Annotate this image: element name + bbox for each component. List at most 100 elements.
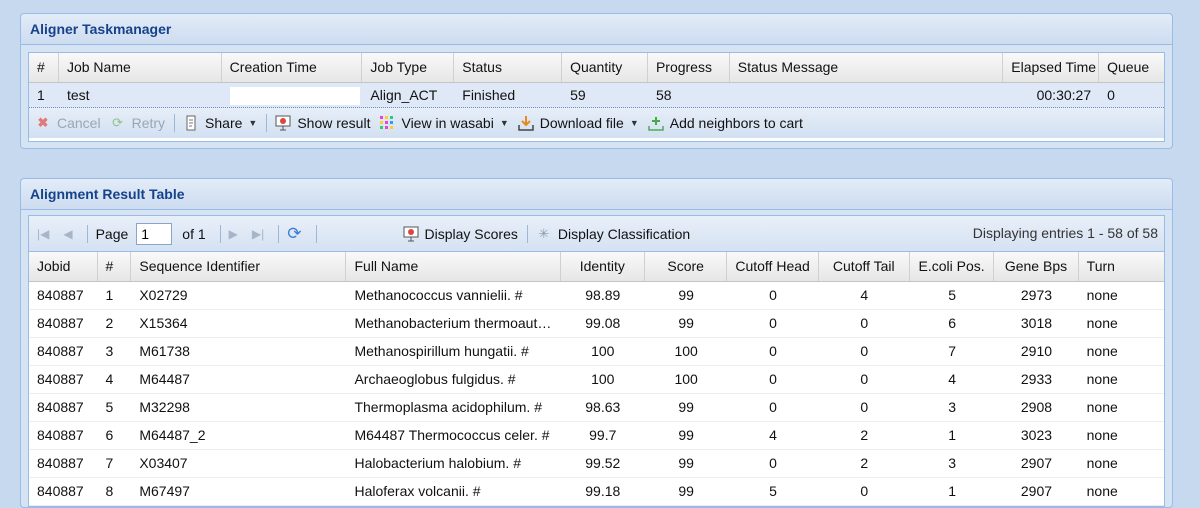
tree-icon: ✳ — [538, 225, 550, 241]
cell-identity: 99.7 — [589, 427, 617, 443]
col-header-status[interactable]: Status — [454, 53, 563, 82]
cell-ecoli-pos: 3 — [948, 455, 956, 471]
col-header-gene-bps[interactable]: Gene Bps — [994, 252, 1079, 281]
show-result-button[interactable]: Show result — [275, 115, 370, 131]
table-row[interactable]: 840887 7 X03407 Halobacterium halobium. … — [29, 450, 1164, 478]
cell-turn: none — [1086, 427, 1118, 443]
add-neighbors-button[interactable]: Add neighbors to cart — [648, 115, 803, 131]
cell-jobid: 840887 — [37, 287, 84, 303]
results-grid: |◀ ◀ Page of 1 ▶ ▶| ⟳ Display Scores ✳ D… — [28, 215, 1165, 507]
paging-info: Displaying entries 1 - 58 of 58 — [972, 225, 1158, 241]
col-header-sequence-identifier[interactable]: Sequence Identifier — [131, 252, 347, 281]
retry-button[interactable]: ⟳ Retry — [110, 115, 165, 131]
col-header-full-name[interactable]: Full Name — [346, 252, 561, 281]
display-scores-button[interactable]: Display Scores — [403, 226, 518, 242]
display-classification-button[interactable]: ✳ Display Classification — [536, 226, 690, 242]
prev-page-icon[interactable]: ◀ — [63, 227, 72, 241]
cell-score: 100 — [674, 343, 698, 359]
cell-identity: 98.89 — [585, 287, 621, 303]
taskmanager-grid: # Job Name Creation Time Job Type Status… — [28, 52, 1165, 142]
cell-gene-bps: 2907 — [1020, 455, 1053, 471]
col-header-identity[interactable]: Identity — [561, 252, 645, 281]
col-header-cutoff-tail[interactable]: Cutoff Tail — [819, 252, 910, 281]
cell-sequence-identifier: M67497 — [139, 483, 190, 499]
table-row[interactable]: 840887 8 M67497 Haloferax volcanii. # 99… — [29, 478, 1164, 506]
col-header-queue[interactable]: Queue — [1099, 53, 1164, 82]
col-header-progress[interactable]: Progress — [648, 53, 730, 82]
cell-score: 99 — [678, 287, 694, 303]
col-header-status-message[interactable]: Status Message — [730, 53, 1004, 82]
col-header-jobid[interactable]: Jobid — [29, 252, 98, 281]
cell-cutoff-head: 0 — [769, 455, 777, 471]
col-header-job-name[interactable]: Job Name — [59, 53, 222, 82]
results-panel: Alignment Result Table |◀ ◀ Page of 1 ▶ … — [20, 178, 1173, 508]
cell-turn: none — [1086, 343, 1118, 359]
cell-jobid: 840887 — [37, 315, 84, 331]
table-row[interactable]: 840887 4 M64487 Archaeoglobus fulgidus. … — [29, 366, 1164, 394]
cancel-icon: ✖ — [37, 115, 49, 130]
wasabi-grid-icon — [379, 115, 395, 131]
cell-full-name: Methanobacterium thermoautotrophicum. # — [354, 315, 560, 331]
share-button[interactable]: Share ▼ — [183, 115, 257, 131]
table-row[interactable]: 840887 2 X15364 Methanobacterium thermoa… — [29, 310, 1164, 338]
toolbar-separator — [315, 224, 317, 243]
cell-gene-bps: 2910 — [1020, 343, 1053, 359]
add-to-cart-icon — [648, 115, 664, 131]
cell-turn: none — [1086, 483, 1118, 499]
cell-turn: none — [1086, 287, 1118, 303]
table-row[interactable]: 840887 3 M61738 Methanospirillum hungati… — [29, 338, 1164, 366]
col-header-creation-time[interactable]: Creation Time — [222, 53, 363, 82]
col-header-score[interactable]: Score — [645, 252, 728, 281]
view-wasabi-button[interactable]: View in wasabi ▼ — [379, 115, 509, 131]
task-queue: 0 — [1107, 87, 1115, 103]
view-wasabi-label: View in wasabi — [401, 115, 494, 131]
cell-cutoff-head: 4 — [769, 427, 777, 443]
cell-identity: 99.52 — [585, 455, 621, 471]
table-row[interactable]: 840887 1 X02729 Methanococcus vannielii.… — [29, 282, 1164, 310]
cell-num: 5 — [105, 399, 114, 415]
next-page-icon[interactable]: ▶ — [229, 227, 238, 241]
cell-ecoli-pos: 5 — [948, 287, 956, 303]
task-row[interactable]: 1 test Align_ACT Finished 59 58 00:30:27… — [29, 83, 1164, 108]
col-header-quantity[interactable]: Quantity — [562, 53, 648, 82]
toolbar-separator — [174, 114, 176, 132]
col-header-num[interactable]: # — [98, 252, 132, 281]
cancel-button[interactable]: ✖ Cancel — [35, 115, 101, 131]
task-status: Finished — [462, 87, 516, 103]
toolbar-separator — [526, 224, 528, 243]
col-header-cutoff-head[interactable]: Cutoff Head — [727, 252, 819, 281]
table-row[interactable]: 840887 6 M64487_2 M64487 Thermococcus ce… — [29, 422, 1164, 450]
display-scores-label: Display Scores — [424, 225, 518, 242]
col-header-elapsed-time[interactable]: Elapsed Time — [1003, 53, 1100, 82]
download-file-button[interactable]: Download file ▼ — [518, 115, 639, 131]
col-header-ecoli-pos[interactable]: E.coli Pos. — [910, 252, 995, 281]
cell-cutoff-tail: 0 — [860, 315, 869, 331]
cell-turn: none — [1086, 371, 1118, 387]
task-num: 1 — [37, 87, 45, 103]
cell-ecoli-pos: 4 — [948, 371, 956, 387]
retry-label: Retry — [131, 115, 166, 131]
cell-num: 8 — [105, 483, 114, 499]
last-page-icon[interactable]: ▶| — [252, 227, 264, 241]
cell-jobid: 840887 — [37, 343, 84, 359]
col-header-turn[interactable]: Turn — [1079, 252, 1164, 281]
toolbar-separator — [219, 224, 221, 243]
first-page-icon[interactable]: |◀ — [37, 227, 49, 241]
col-header-job-type[interactable]: Job Type — [362, 53, 455, 82]
cell-cutoff-head: 0 — [769, 287, 777, 303]
table-row[interactable]: 840887 5 M32298 Thermoplasma acidophilum… — [29, 394, 1164, 422]
cell-full-name: Methanospirillum hungatii. # — [354, 343, 529, 359]
cell-cutoff-tail: 0 — [860, 371, 869, 387]
cell-cutoff-head: 0 — [769, 343, 777, 359]
col-header-num[interactable]: # — [29, 53, 59, 82]
cell-identity: 98.63 — [585, 399, 621, 415]
toolbar-separator — [86, 224, 88, 243]
cell-sequence-identifier: X02729 — [139, 287, 188, 303]
refresh-icon[interactable]: ⟳ — [287, 224, 301, 244]
cell-full-name: Haloferax volcanii. # — [354, 483, 481, 499]
cell-full-name: Archaeoglobus fulgidus. # — [354, 371, 516, 387]
cell-turn: none — [1086, 455, 1118, 471]
cell-num: 1 — [105, 287, 114, 303]
page-number-input[interactable] — [136, 222, 173, 245]
cell-gene-bps: 2973 — [1020, 287, 1053, 303]
